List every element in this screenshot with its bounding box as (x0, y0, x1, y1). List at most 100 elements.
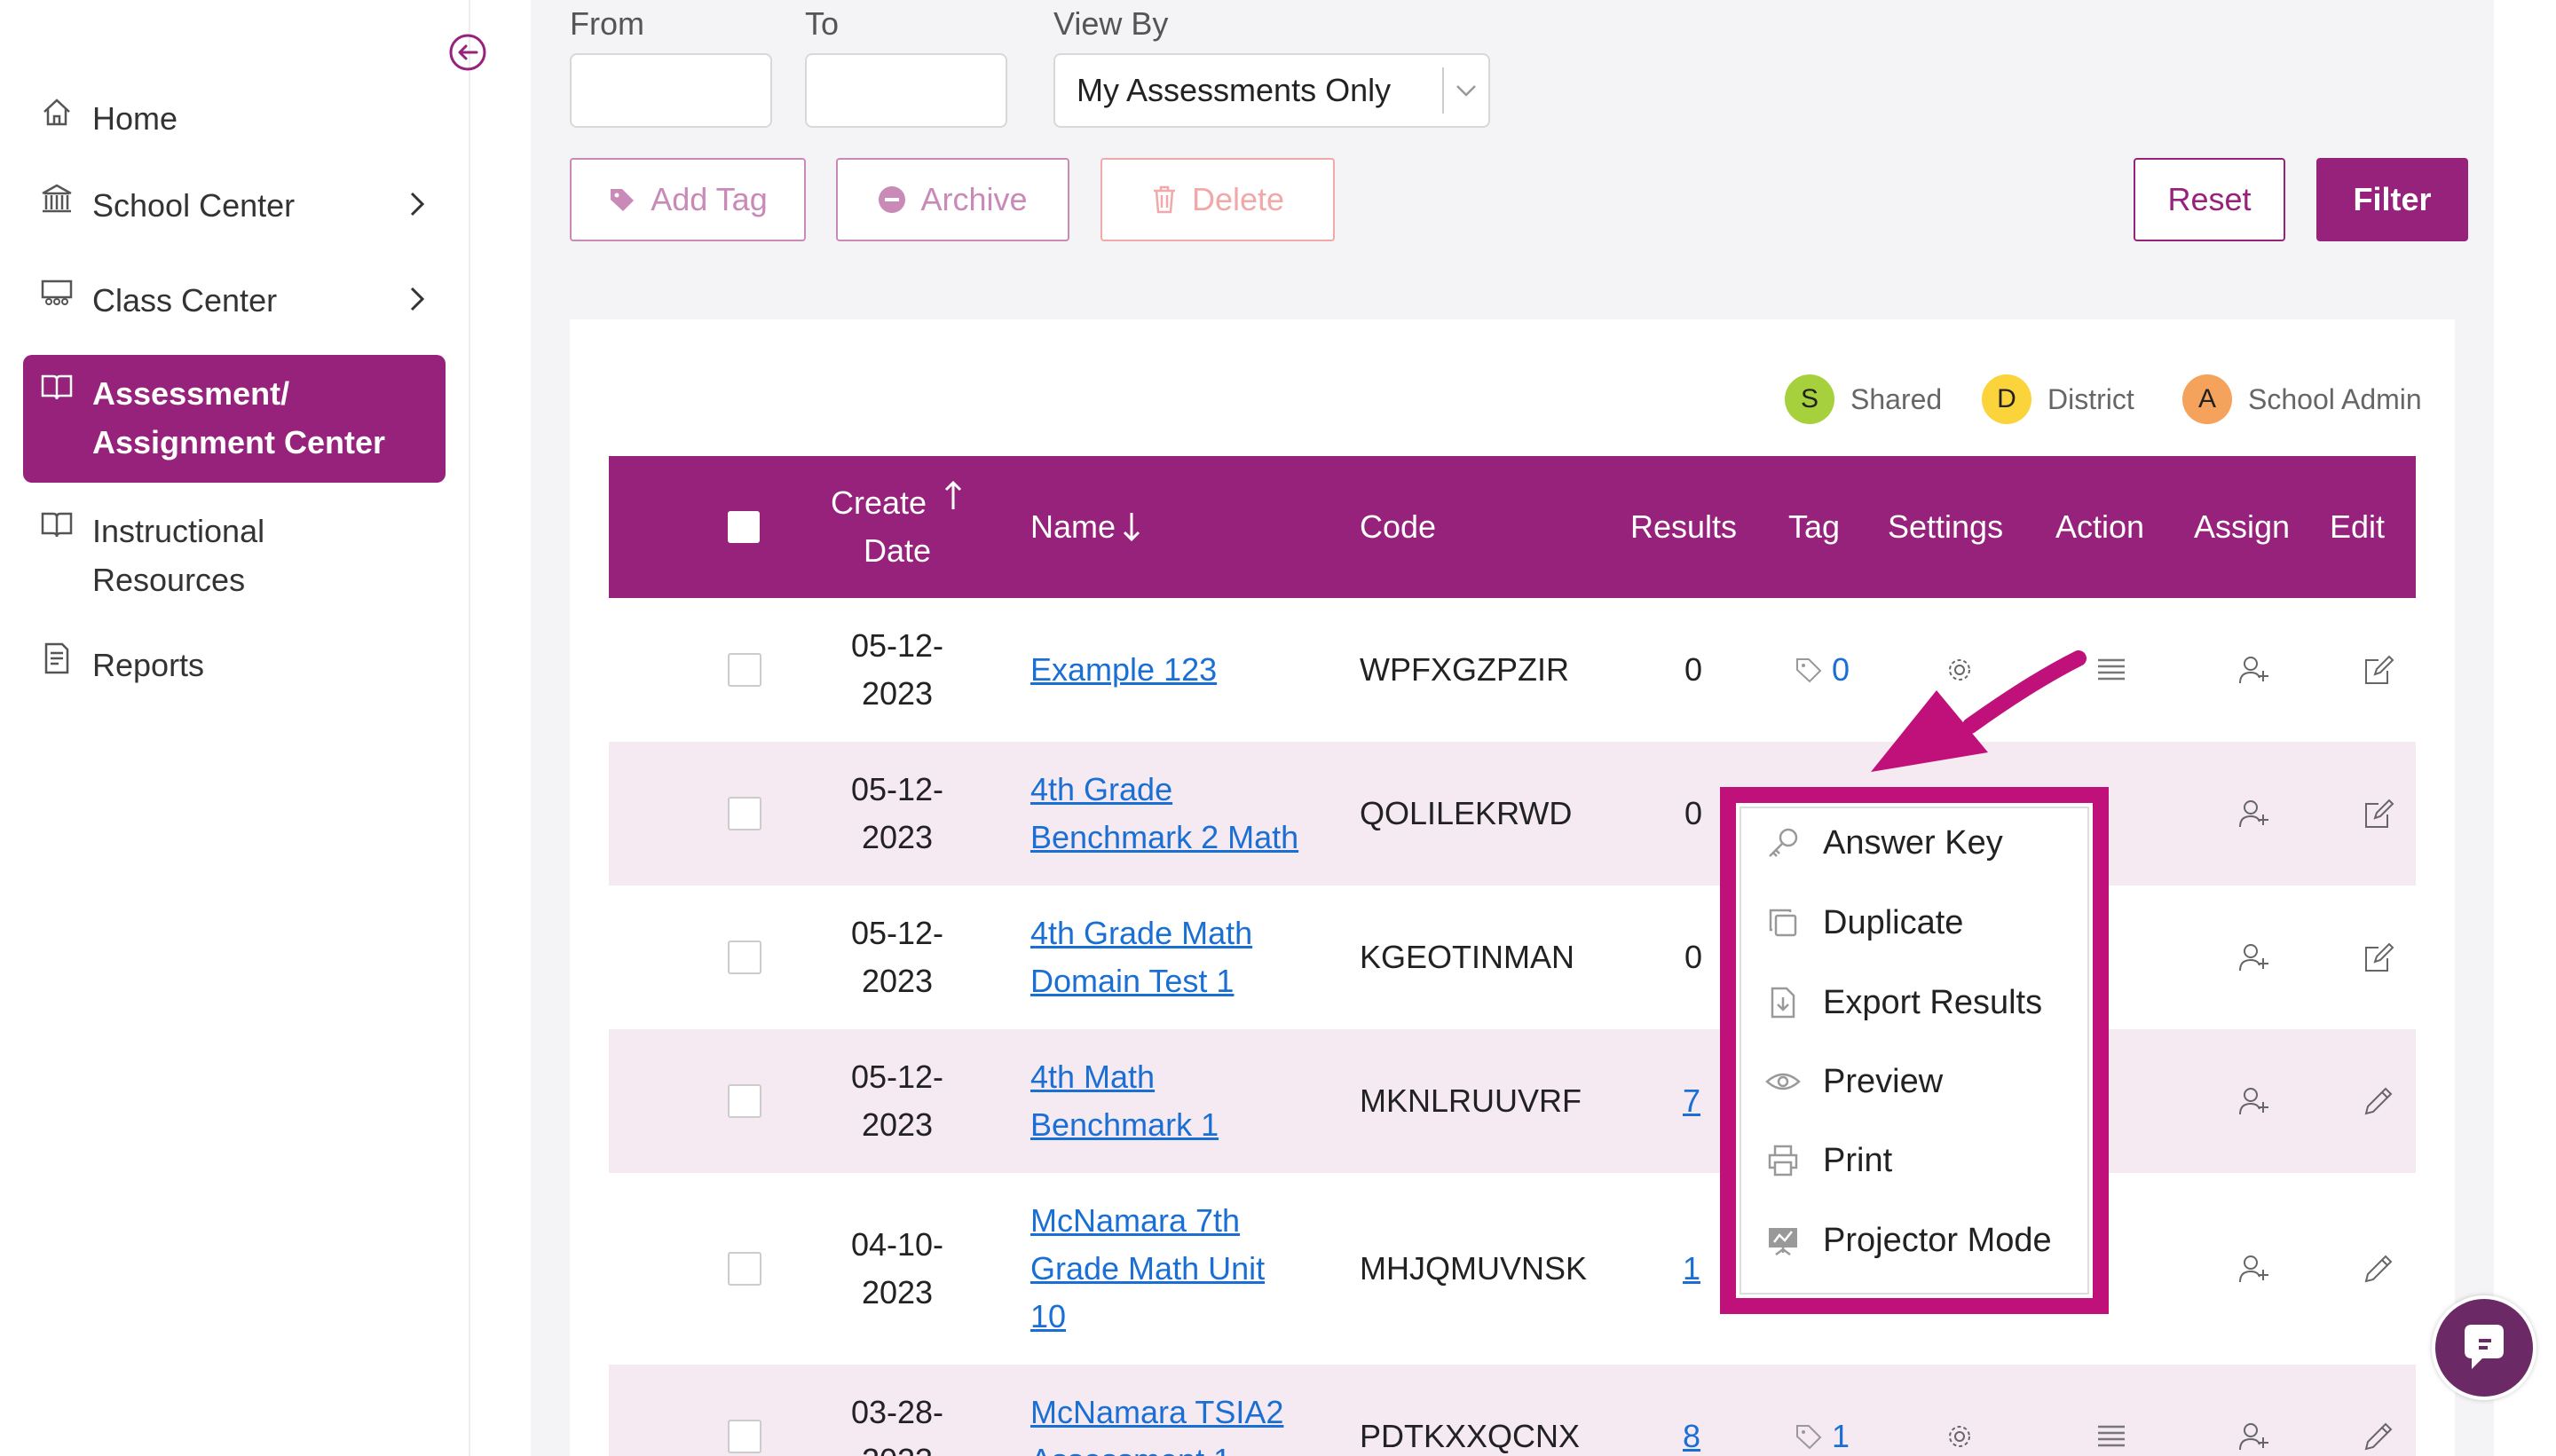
pencil-icon[interactable] (2363, 1365, 2394, 1456)
sidebar-item-assessment-center[interactable]: Assessment/Assignment Center (23, 355, 446, 483)
assessment-name-link[interactable]: McNamara TSIA2 Assessment 1 (1030, 1389, 1283, 1456)
sidebar-item-class-center[interactable]: Class Center (23, 276, 446, 325)
assign-user-icon[interactable] (2238, 1365, 2270, 1456)
book-icon (39, 369, 87, 405)
sidebar-item-school-center[interactable]: School Center (23, 181, 446, 230)
table-row: 03-28- 2023 McNamara TSIA2 Assessment 1 PD… (609, 1365, 2416, 1456)
date-line: 2023 (861, 1274, 934, 1310)
edit-icon[interactable] (2363, 885, 2394, 1029)
row-checkbox[interactable] (728, 940, 761, 974)
results-count-link[interactable]: 7 (1683, 1029, 1700, 1173)
shared-badge: S (1785, 374, 1834, 424)
assessment-name-link[interactable]: 4th Math Benchmark 1 (1030, 1053, 1219, 1149)
date-line: 2023 (862, 1442, 933, 1456)
tag-cell[interactable]: 0 (1795, 598, 1850, 742)
add-tag-label: Add Tag (651, 181, 768, 217)
row-checkbox[interactable] (728, 797, 761, 830)
col-name[interactable]: Name (1030, 456, 1142, 598)
from-date-input[interactable] (570, 53, 772, 128)
name-line: Benchmark 1 (1030, 1106, 1219, 1143)
assessment-name-link[interactable]: McNamara 7th Grade Math Unit 10 (1030, 1197, 1265, 1341)
action-dropdown-menu: Answer Key Duplicate Export Results Prev… (1720, 787, 2109, 1314)
assign-user-icon[interactable] (2238, 885, 2270, 1029)
col-assign: Assign (2194, 508, 2291, 545)
eye-icon (1763, 1061, 1803, 1102)
report-icon (39, 641, 87, 676)
name-line: Benchmark 2 Math (1030, 819, 1299, 855)
sidebar-item-label: Instructional Resources (92, 507, 264, 604)
row-checkbox[interactable] (728, 1084, 761, 1118)
settings-gear-icon[interactable] (1945, 1365, 1974, 1456)
assign-user-icon[interactable] (2238, 598, 2270, 742)
collapse-sidebar-icon[interactable] (448, 33, 487, 72)
menu-item-answer-key[interactable]: Answer Key (1763, 822, 2003, 863)
assessment-name-link[interactable]: Example 123 (1030, 646, 1217, 694)
reset-label: Reset (2167, 181, 2252, 217)
name-line: 4th Math (1030, 1059, 1156, 1095)
menu-item-export-results[interactable]: Export Results (1763, 982, 2042, 1023)
archive-button[interactable]: Archive (836, 158, 1069, 241)
edit-icon[interactable] (2363, 742, 2394, 885)
tag-cell[interactable]: 1 (1795, 1365, 1850, 1456)
col-settings: Settings (1888, 508, 2004, 545)
name-line: 4th Grade (1030, 771, 1173, 807)
pencil-icon[interactable] (2363, 1173, 2394, 1365)
create-date: 04-10- 2023 (831, 1221, 964, 1317)
pencil-icon[interactable] (2363, 1029, 2394, 1173)
select-all-checkbox[interactable] (728, 511, 760, 543)
menu-item-preview[interactable]: Preview (1763, 1061, 1943, 1102)
assign-user-icon[interactable] (2238, 1029, 2270, 1173)
assign-user-icon[interactable] (2238, 1173, 2270, 1365)
menu-item-projector-mode[interactable]: Projector Mode (1763, 1220, 2052, 1261)
col-results: Results (1630, 508, 1738, 545)
edit-icon[interactable] (2363, 598, 2394, 742)
col-action: Action (2055, 508, 2145, 545)
row-checkbox[interactable] (728, 1420, 761, 1453)
delete-button[interactable]: Delete (1100, 158, 1335, 241)
sidebar-item-reports[interactable]: Reports (23, 641, 446, 689)
book-icon (39, 507, 87, 542)
create-date: 05-12- 2023 (831, 766, 964, 862)
filter-label: Filter (2353, 181, 2432, 217)
name-line: McNamara TSIA2 (1030, 1394, 1284, 1430)
table-header: Create Date Name Code Results Tag Settin… (609, 456, 2416, 598)
menu-item-label: Answer Key (1823, 823, 2003, 862)
sidebar-item-home[interactable]: Home (23, 94, 446, 143)
date-line: 03-28- (850, 1394, 944, 1430)
table-row: 05-12- 2023 4th Grade Math Domain Test 1 K… (609, 885, 2416, 1029)
menu-item-label: Duplicate (1823, 903, 1964, 941)
tag-outline-icon (1796, 1425, 1822, 1450)
action-menu-icon[interactable] (2096, 1365, 2126, 1456)
to-date-input[interactable] (805, 53, 1007, 128)
home-icon (39, 94, 87, 130)
results-count: 0 (1684, 651, 1703, 688)
menu-item-duplicate[interactable]: Duplicate (1763, 902, 1963, 943)
key-icon (1763, 822, 1803, 863)
sidebar-item-instructional-resources[interactable]: Instructional Resources (23, 507, 446, 604)
sidebar: Home School Center Class Center Assessme… (0, 0, 486, 1456)
menu-item-print[interactable]: Print (1763, 1140, 1892, 1181)
add-tag-button[interactable]: Add Tag (570, 158, 806, 241)
delete-label: Delete (1191, 181, 1285, 217)
view-by-select[interactable]: My Assessments Only (1053, 53, 1490, 128)
export-icon (1763, 982, 1803, 1023)
sidebar-item-label-line1: Instructional (92, 513, 265, 549)
row-checkbox[interactable] (728, 1252, 761, 1286)
col-tag: Tag (1788, 508, 1841, 545)
assessment-name-link[interactable]: 4th Grade Benchmark 2 Math (1030, 766, 1298, 862)
chevron-right-icon (410, 287, 425, 311)
table-row: 05-12- 2023 4th Grade Benchmark 2 Math QOL… (609, 742, 2416, 885)
reset-button[interactable]: Reset (2134, 158, 2285, 241)
legend-district: D District (1982, 374, 2134, 424)
chat-support-button[interactable] (2432, 1295, 2536, 1400)
results-count-link[interactable]: 1 (1683, 1173, 1700, 1365)
tag-outline-icon (1796, 658, 1822, 683)
filter-button[interactable]: Filter (2316, 158, 2468, 241)
assign-user-icon[interactable] (2238, 742, 2270, 885)
assessment-name-link[interactable]: 4th Grade Math Domain Test 1 (1030, 909, 1252, 1005)
assessment-code: MHJQMUVNSK (1360, 1250, 1588, 1287)
row-checkbox[interactable] (728, 653, 761, 687)
results-count-link[interactable]: 8 (1683, 1365, 1700, 1456)
col-create-date[interactable]: Create Date (822, 456, 973, 598)
view-by-value: My Assessments Only (1077, 72, 1392, 108)
